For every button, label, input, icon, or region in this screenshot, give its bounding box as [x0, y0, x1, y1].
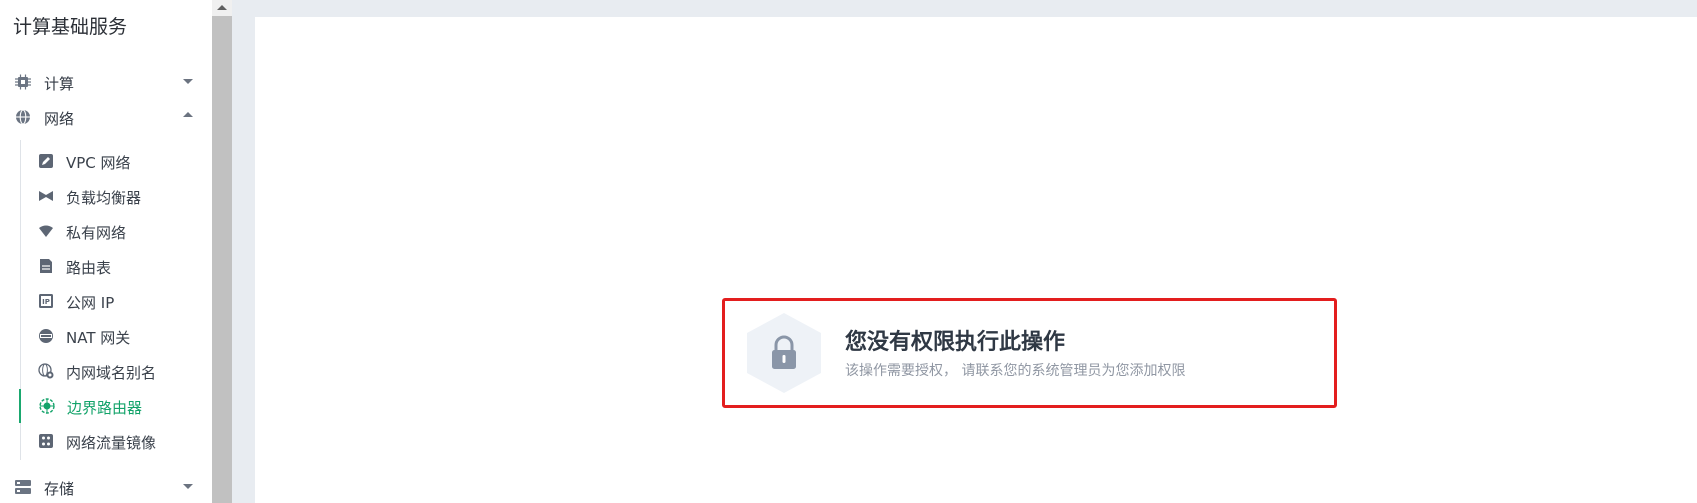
sidebar-item-route-table[interactable]: 路由表 — [20, 249, 212, 283]
notice-description: 该操作需要授权， 请联系您的系统管理员为您添加权限 — [845, 363, 1186, 379]
public-ip-icon: IP — [39, 294, 53, 308]
chevron-up-icon — [183, 112, 193, 117]
nav-group-compute[interactable]: 计算 — [0, 65, 212, 99]
nav-group-network-label: 网络 — [44, 110, 75, 128]
nav-group-storage[interactable]: 存储 — [0, 470, 212, 503]
sidebar-item-load-balancer[interactable]: 负载均衡器 — [20, 179, 212, 213]
sidebar-item-dns-alias[interactable]: 内网域名别名 — [20, 354, 212, 388]
arrow-up-icon — [217, 5, 227, 10]
sidebar: 计算基础服务 计算 网络 VPC 网络 负载均衡器 私有网络 路由表 IP 公网… — [0, 0, 212, 503]
nav-group-storage-label: 存储 — [44, 480, 75, 498]
dns-alias-icon — [38, 363, 54, 379]
sidebar-scrollbar[interactable] — [212, 0, 232, 503]
cpu-icon — [15, 74, 31, 90]
lock-icon — [747, 313, 821, 393]
sidebar-item-label: 内网域名别名 — [66, 364, 157, 382]
sidebar-title: 计算基础服务 — [13, 16, 128, 38]
notice-title: 您没有权限执行此操作 — [845, 330, 1066, 355]
sidebar-item-traffic-mirror[interactable]: 网络流量镜像 — [20, 424, 212, 458]
load-balancer-icon — [39, 191, 53, 201]
sidebar-item-label: 私有网络 — [66, 224, 127, 242]
vpc-icon — [39, 154, 53, 168]
sidebar-item-vpc[interactable]: VPC 网络 — [20, 144, 212, 178]
sidebar-item-label: 边界路由器 — [67, 399, 143, 417]
sidebar-item-public-ip[interactable]: IP 公网 IP — [20, 284, 212, 318]
nav-group-compute-label: 计算 — [44, 75, 75, 93]
storage-icon — [15, 480, 31, 494]
scroll-up-button[interactable] — [212, 0, 232, 16]
chevron-down-icon — [183, 79, 193, 84]
sidebar-item-label: 公网 IP — [66, 294, 115, 312]
globe-icon — [16, 109, 30, 125]
sidebar-item-label: 网络流量镜像 — [66, 434, 157, 452]
sidebar-item-label: 负载均衡器 — [66, 189, 142, 207]
border-router-icon — [39, 398, 55, 414]
sidebar-item-nat-gateway[interactable]: NAT 网关 — [20, 319, 212, 353]
traffic-mirror-icon — [39, 434, 53, 448]
permission-denied-notice: 您没有权限执行此操作 该操作需要授权， 请联系您的系统管理员为您添加权限 — [722, 298, 1337, 408]
nav-group-network[interactable]: 网络 — [0, 100, 212, 134]
sidebar-item-label: 路由表 — [66, 259, 112, 277]
sidebar-item-private-network[interactable]: 私有网络 — [20, 214, 212, 248]
route-table-icon — [40, 259, 52, 273]
chevron-down-icon — [183, 484, 193, 489]
sidebar-item-label: VPC 网络 — [66, 154, 131, 172]
nat-gateway-icon — [39, 329, 53, 343]
private-network-icon — [39, 225, 53, 237]
sidebar-item-label: NAT 网关 — [66, 329, 131, 347]
svg-text:IP: IP — [42, 298, 50, 306]
main-content-panel — [255, 17, 1697, 503]
sidebar-item-border-router[interactable]: 边界路由器 — [19, 389, 211, 423]
